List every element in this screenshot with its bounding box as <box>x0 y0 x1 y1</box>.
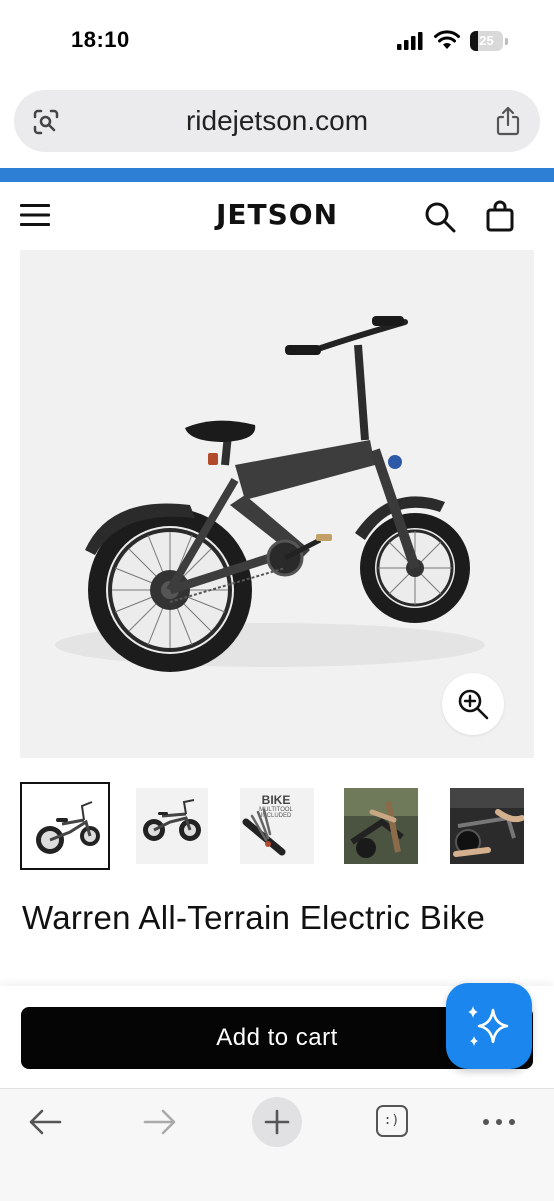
tab-count: :) <box>383 1113 400 1128</box>
thumbnail-bike-folding[interactable] <box>342 782 432 870</box>
share-icon[interactable] <box>494 106 522 136</box>
zoom-button[interactable] <box>442 673 504 735</box>
product-hero-image[interactable] <box>20 250 534 758</box>
thumbnail-bike-profile[interactable] <box>134 782 224 870</box>
brand-logo[interactable]: JETSON <box>177 198 377 231</box>
multitool-caption-line-1: BIKE <box>262 793 291 807</box>
status-time: 18:10 <box>71 27 130 52</box>
hamburger-menu-icon[interactable] <box>20 202 50 228</box>
sparkle-icon <box>468 1006 509 1046</box>
product-title: Warren All-Terrain Electric Bike <box>22 899 486 936</box>
thumbnail-bike-in-trunk[interactable] <box>448 782 538 870</box>
promo-banner[interactable] <box>0 168 554 182</box>
new-tab-button[interactable] <box>252 1097 302 1147</box>
site-header: JETSON <box>0 182 554 250</box>
url-text[interactable]: ridejetson.com <box>74 90 480 152</box>
thumbnail-bike-side-view[interactable] <box>20 782 110 870</box>
battery-indicator: 25 <box>470 31 508 51</box>
visual-search-icon[interactable] <box>32 108 60 136</box>
shopping-bag-icon[interactable] <box>485 200 515 232</box>
battery-percentage: 25 <box>479 33 494 48</box>
wifi-icon <box>434 30 460 49</box>
browser-toolbar: :) <box>0 1088 554 1201</box>
thumbnail-gallery: BIKE MULTITOOL INCLUDED <box>20 782 554 872</box>
back-arrow-icon[interactable] <box>28 1107 62 1137</box>
plus-icon <box>264 1109 290 1135</box>
more-options-icon[interactable] <box>482 1107 516 1137</box>
ai-assistant-button[interactable] <box>446 983 532 1069</box>
search-icon[interactable] <box>424 201 456 233</box>
zoom-in-icon <box>458 689 489 720</box>
tab-switcher-button[interactable]: :) <box>376 1105 408 1137</box>
status-bar: 18:10 25 <box>0 0 554 80</box>
address-bar[interactable]: ridejetson.com <box>14 90 540 152</box>
thumbnail-bike-multitool[interactable]: BIKE MULTITOOL INCLUDED <box>238 782 328 870</box>
forward-arrow-icon[interactable] <box>143 1107 177 1137</box>
cellular-signal-icon <box>397 32 423 50</box>
